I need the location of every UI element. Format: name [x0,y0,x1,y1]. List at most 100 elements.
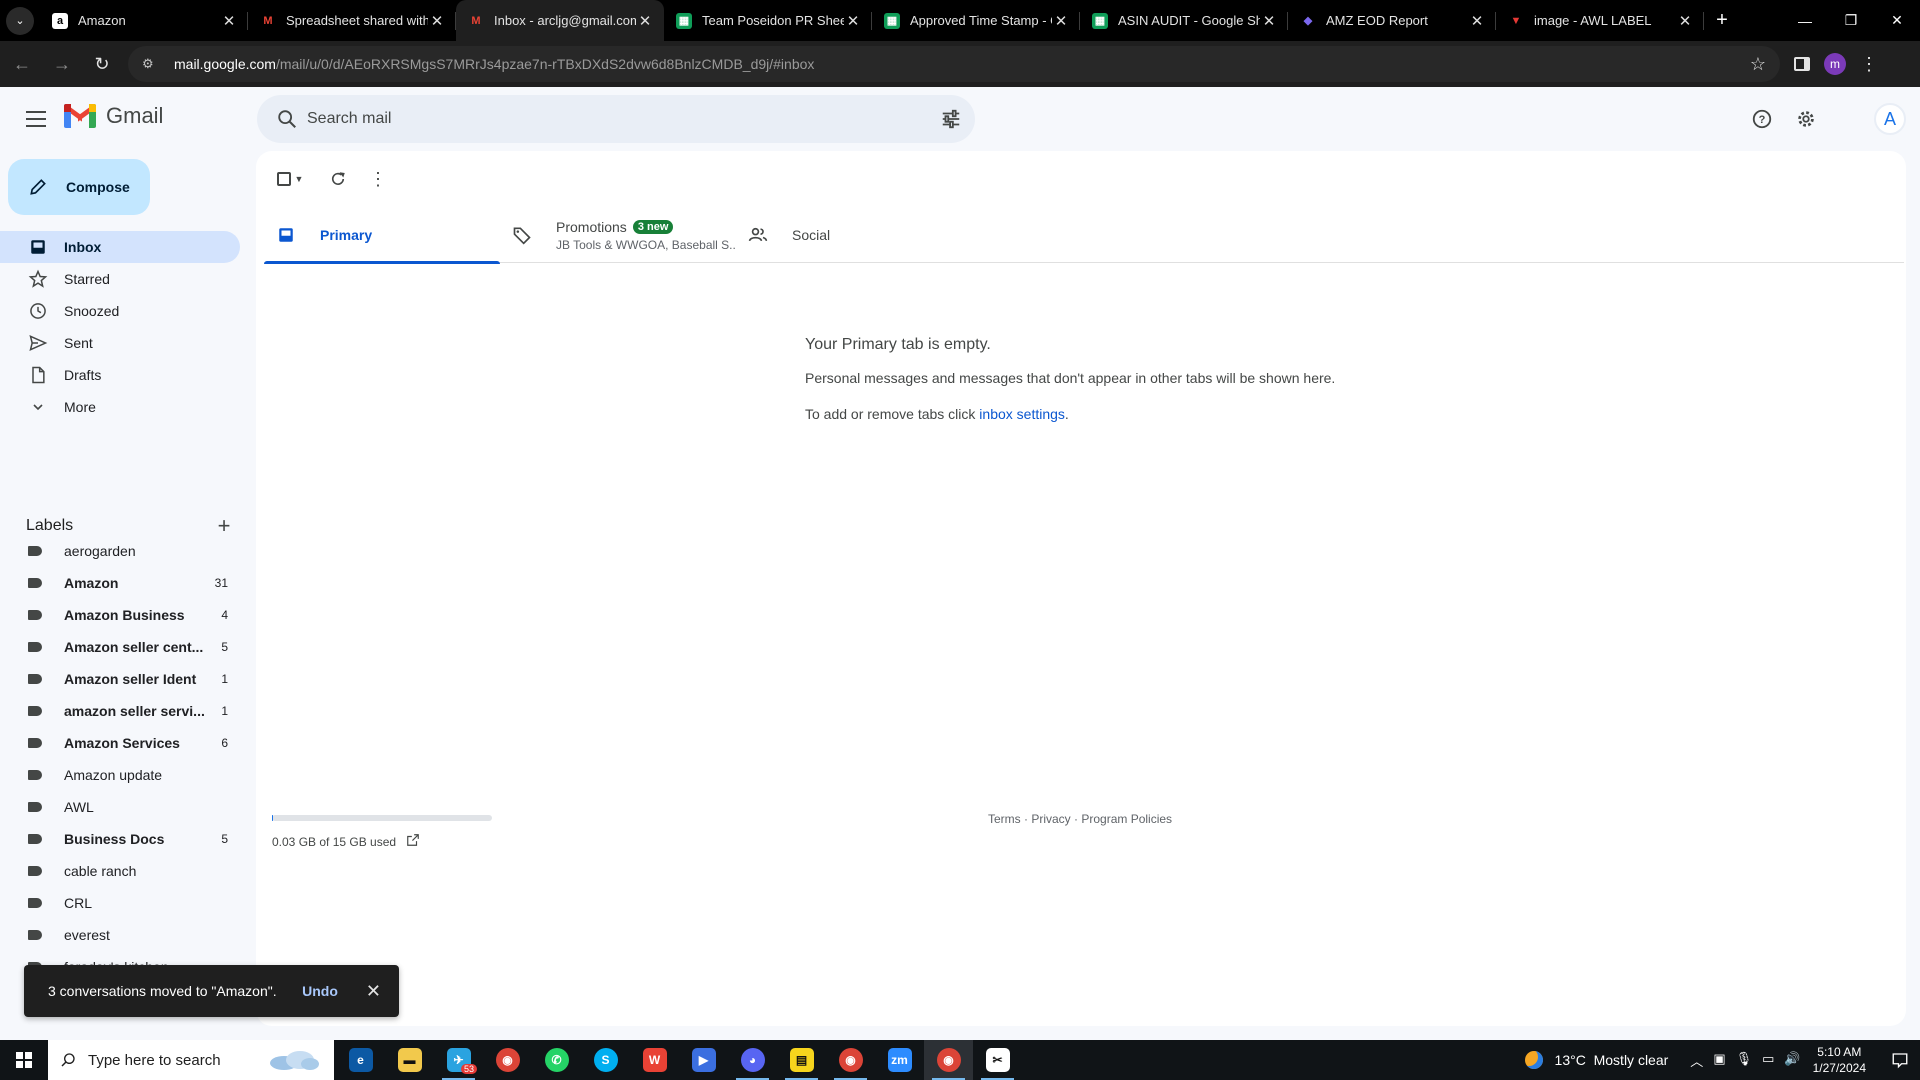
taskbar-app-chrome[interactable]: ◉ [483,1040,532,1080]
taskbar-app-discord[interactable]: ◕ [728,1040,777,1080]
label-item[interactable]: Amazon Services 6 [0,727,240,759]
label-item[interactable]: Amazon seller Ident 1 [0,663,240,695]
weather-widget[interactable]: 13°C Mostly clear [1524,1051,1668,1069]
browser-profile-avatar[interactable]: m [1824,53,1846,75]
close-tab-icon[interactable]: ✕ [1676,12,1694,30]
terms-link[interactable]: Terms [988,812,1021,826]
notification-center-icon[interactable] [1880,1051,1920,1069]
taskbar-app-capcut[interactable]: ✂ [973,1040,1022,1080]
program-policies-link[interactable]: Program Policies [1081,812,1172,826]
account-avatar[interactable]: A [1874,103,1906,135]
taskbar-app-chrome-profile[interactable]: ◉ [826,1040,875,1080]
tab-promotions[interactable]: Promotions 3 new JB Tools & WWGOA, Baseba… [500,207,736,263]
open-external-icon[interactable] [406,833,420,850]
taskbar-app-edge[interactable]: e [336,1040,385,1080]
browser-tab[interactable]: M Inbox - arcljg@gmail.com ✕ [456,0,664,41]
main-menu-icon[interactable] [18,107,54,131]
label-item[interactable]: Amazon seller cent... 5 [0,631,240,663]
label-item[interactable]: Amazon Business 4 [0,599,240,631]
site-info-icon[interactable]: ⚙ [142,56,162,72]
clock[interactable]: 5:10 AM 1/27/2024 [1813,1044,1866,1076]
clock-date: 1/27/2024 [1812,1061,1866,1075]
search-input[interactable] [307,110,927,128]
close-tab-icon[interactable]: ✕ [1052,12,1070,30]
browser-tab[interactable]: ◆ AMZ EOD Report ✕ [1288,0,1496,41]
taskbar-app-telegram[interactable]: ✈ 53 [434,1040,483,1080]
network-icon[interactable]: ▭ [1762,1051,1774,1070]
refresh-icon[interactable] [318,159,358,199]
meet-now-icon[interactable]: ▣ [1713,1051,1725,1070]
close-tab-icon[interactable]: ✕ [844,12,862,30]
taskbar-app-video-app[interactable]: ▶ [679,1040,728,1080]
browser-tab[interactable]: M Spreadsheet shared with y ✕ [248,0,456,41]
label-item[interactable]: Amazon update [0,759,240,791]
label-item[interactable]: aerogarden [0,535,240,567]
close-tab-icon[interactable]: ✕ [220,12,238,30]
tab-title: Spreadsheet shared with y [286,13,428,28]
inbox-settings-link[interactable]: inbox settings [979,406,1065,422]
label-item[interactable]: AWL [0,791,240,823]
restore-button[interactable]: ❐ [1828,0,1874,41]
taskbar-app-skype[interactable]: S [581,1040,630,1080]
label-item[interactable]: everest [0,919,240,951]
tab-search-button[interactable]: ⌄ [0,0,40,41]
gmail-logo[interactable]: Gmail [64,103,163,129]
taskbar-app-wps[interactable]: W [630,1040,679,1080]
start-button[interactable] [0,1040,48,1080]
browser-menu-icon[interactable]: ⋮ [1860,54,1878,75]
label-item[interactable]: cable ranch [0,855,240,887]
close-tab-icon[interactable]: ✕ [428,12,446,30]
label-item[interactable]: Amazon 31 [0,567,240,599]
privacy-link[interactable]: Privacy [1031,812,1070,826]
sidebar-item-starred[interactable]: Starred [0,263,240,295]
close-icon[interactable]: ✕ [366,981,381,1002]
zoom-icon: zm [887,1048,912,1072]
browser-tab[interactable]: ▦ Team Poseidon PR Sheet ✕ [664,0,872,41]
tab-social[interactable]: Social [736,207,972,263]
taskbar-app-whatsapp[interactable]: ✆ [532,1040,581,1080]
more-actions-icon[interactable]: ⋮ [358,159,398,199]
label-item[interactable]: amazon seller servi... 1 [0,695,240,727]
browser-tab[interactable]: ▦ ASIN AUDIT - Google She ✕ [1080,0,1288,41]
microphone-icon[interactable]: 🎙 [1736,1051,1753,1070]
caret-down-icon[interactable]: ▼ [295,174,304,184]
sidebar-item-drafts[interactable]: Drafts [0,359,240,391]
label-item[interactable]: CRL [0,887,240,919]
select-all-checkbox[interactable]: ▼ [270,159,310,199]
browser-tab[interactable]: a Amazon ✕ [40,0,248,41]
help-icon[interactable]: ? [1742,99,1782,139]
sidebar-item-inbox[interactable]: Inbox [0,231,240,263]
browser-tab[interactable]: ▦ Approved Time Stamp - G ✕ [872,0,1080,41]
sidebar-item-more[interactable]: More [0,391,240,423]
taskbar-app-sticky-notes[interactable]: ▤ [777,1040,826,1080]
close-tab-icon[interactable]: ✕ [636,12,654,30]
undo-button[interactable]: Undo [302,983,338,999]
address-bar[interactable]: ⚙ mail.google.com/mail/u/0/d/AEoRXRSMgsS… [128,46,1780,82]
tab-primary[interactable]: Primary [264,207,500,264]
file-explorer-icon: ▬ [397,1048,422,1072]
sidebar-item-snoozed[interactable]: Snoozed [0,295,240,327]
settings-gear-icon[interactable] [1786,99,1826,139]
close-tab-icon[interactable]: ✕ [1260,12,1278,30]
chevron-up-icon[interactable]: ︿ [1690,1051,1703,1070]
new-tab-button[interactable]: + [1704,0,1740,41]
minimize-button[interactable]: — [1782,0,1828,41]
close-window-button[interactable]: ✕ [1874,0,1920,41]
taskbar-app-file-explorer[interactable]: ▬ [385,1040,434,1080]
taskbar-search-box[interactable]: Type here to search [48,1040,334,1080]
compose-button[interactable]: Compose [8,159,150,215]
label-item[interactable]: Business Docs 5 [0,823,240,855]
search-options-icon[interactable] [927,108,975,130]
side-panel-icon[interactable] [1794,57,1810,71]
taskbar-app-chrome-active[interactable]: ◉ [924,1040,973,1080]
sidebar-item-sent[interactable]: Sent [0,327,240,359]
search-icon[interactable] [267,108,307,130]
forward-button[interactable]: → [44,46,80,82]
close-tab-icon[interactable]: ✕ [1468,12,1486,30]
reload-button[interactable]: ↻ [84,46,120,82]
volume-icon[interactable]: 🔊 [1784,1051,1800,1070]
taskbar-app-zoom[interactable]: zm [875,1040,924,1080]
browser-tab[interactable]: ▼ image - AWL LABEL ✕ [1496,0,1704,41]
bookmark-star-icon[interactable]: ☆ [1750,54,1766,75]
back-button[interactable]: ← [4,46,40,82]
